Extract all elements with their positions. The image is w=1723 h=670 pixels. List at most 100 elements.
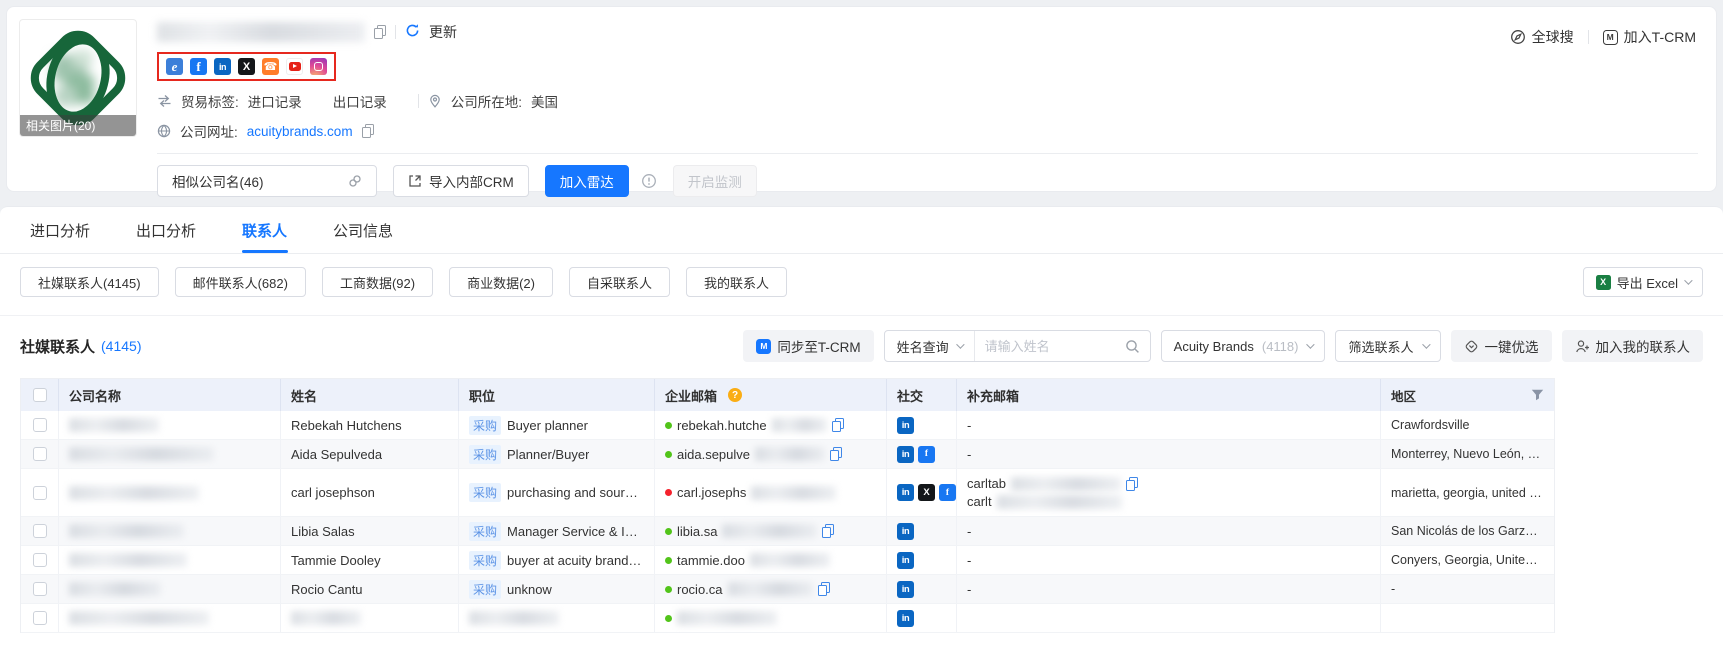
email-cell: rocio.ca — [655, 575, 887, 603]
copy-icon[interactable] — [830, 447, 842, 461]
position-text: Manager Service & Invent... — [507, 524, 644, 539]
region-cell: marietta, georgia, united states — [1381, 469, 1554, 516]
tab-contacts[interactable]: 联系人 — [242, 207, 287, 253]
instagram-icon[interactable] — [310, 58, 327, 75]
company-name-redacted — [69, 611, 209, 625]
company-header-card: 相关图片(20) 更新 e f in X ☎ 贸易标签: 进口记录 — [6, 6, 1717, 192]
one-click-select-label: 一键优选 — [1485, 336, 1539, 356]
name-query-dropdown[interactable]: 姓名查询 — [885, 331, 975, 361]
contact-name: Tammie Dooley — [291, 553, 381, 568]
refresh-icon[interactable] — [405, 23, 420, 41]
linkedin-icon[interactable]: in — [897, 552, 914, 569]
start-monitor-button[interactable]: 开启监测 — [673, 165, 757, 197]
filter-contacts-dropdown[interactable]: 筛选联系人 — [1335, 330, 1440, 362]
sync-tcrm-button[interactable]: 同步至T-CRM — [743, 330, 873, 362]
social-links-highlight-box: e f in X ☎ — [157, 52, 336, 81]
contacts-table-header: 公司名称 姓名 职位 企业邮箱 社交 补充邮箱 地区 — [21, 379, 1554, 411]
chip-my-contacts[interactable]: 我的联系人 — [686, 267, 787, 297]
global-search-label: 全球搜 — [1532, 27, 1574, 47]
tab-export-analysis[interactable]: 出口分析 — [136, 207, 196, 253]
position-cell — [459, 604, 655, 632]
row-checkbox[interactable] — [33, 486, 47, 500]
extra-email-cell: - — [957, 411, 1381, 439]
social-cell: inXf — [887, 469, 957, 516]
linkedin-icon[interactable]: in — [897, 581, 914, 598]
import-internal-crm-button[interactable]: 导入内部CRM — [393, 165, 529, 197]
export-excel-button[interactable]: 导出 Excel — [1583, 267, 1703, 297]
copy-website-icon[interactable] — [362, 124, 374, 138]
position-text: buyer at acuity brands lig... — [507, 553, 644, 568]
linkedin-icon[interactable]: in — [214, 58, 231, 75]
extra-email-text: - — [967, 582, 971, 597]
website-link[interactable]: acuitybrands.com — [247, 124, 353, 139]
related-images-label[interactable]: 相关图片(20) — [20, 115, 136, 136]
company-cell — [59, 440, 281, 468]
copy-icon[interactable] — [818, 582, 830, 596]
linkedin-icon[interactable]: in — [897, 446, 914, 463]
linkedin-icon[interactable]: in — [897, 484, 914, 501]
copy-icon[interactable] — [822, 524, 834, 538]
copy-icon[interactable] — [832, 418, 844, 432]
copy-icon[interactable] — [1126, 477, 1138, 491]
linkedin-icon[interactable]: in — [897, 610, 914, 627]
row-checkbox[interactable] — [33, 553, 47, 567]
info-icon[interactable] — [641, 173, 657, 189]
linkedin-icon[interactable]: in — [897, 523, 914, 540]
youtube-icon[interactable] — [286, 58, 303, 75]
update-button[interactable]: 更新 — [429, 22, 457, 42]
row-checkbox[interactable] — [33, 582, 47, 596]
row-checkbox[interactable] — [33, 524, 47, 538]
filter-contacts-label: 筛选联系人 — [1348, 337, 1413, 356]
trade-tag-export[interactable]: 出口记录 — [333, 91, 387, 111]
tab-import-analysis[interactable]: 进口分析 — [30, 207, 90, 253]
x-icon[interactable]: X — [918, 484, 935, 501]
tab-company-info[interactable]: 公司信息 — [333, 207, 393, 253]
name-search-group: 姓名查询 — [884, 330, 1151, 362]
copy-company-name-icon[interactable] — [374, 25, 386, 39]
join-radar-button[interactable]: 加入雷达 — [545, 165, 629, 197]
chip-business-registry[interactable]: 工商数据(92) — [322, 267, 433, 297]
phone-icon[interactable]: ☎ — [262, 58, 279, 75]
row-checkbox[interactable] — [33, 447, 47, 461]
help-icon[interactable] — [728, 388, 742, 402]
join-tcrm-button[interactable]: 加入T-CRM — [1603, 27, 1696, 47]
chip-email-contacts[interactable]: 邮件联系人(682) — [175, 267, 306, 297]
x-twitter-icon[interactable]: X — [238, 58, 255, 75]
trade-tag-import[interactable]: 进口记录 — [248, 91, 302, 111]
facebook-icon[interactable]: f — [939, 484, 956, 501]
email-redacted — [1011, 477, 1121, 491]
website-icon[interactable]: e — [166, 58, 183, 75]
excel-icon — [1596, 275, 1611, 290]
contact-name: Aida Sepulveda — [291, 447, 382, 462]
name-cell — [281, 604, 459, 632]
company-logo[interactable]: 相关图片(20) — [19, 19, 137, 137]
facebook-icon[interactable]: f — [918, 446, 935, 463]
extra-email-cell: - — [957, 440, 1381, 468]
select-all-cell — [21, 379, 59, 411]
table-row: in — [21, 604, 1554, 633]
company-cell — [59, 411, 281, 439]
row-checkbox[interactable] — [33, 611, 47, 625]
extra-email-cell: - — [957, 517, 1381, 545]
name-search-input[interactable] — [975, 331, 1125, 361]
facebook-icon[interactable]: f — [190, 58, 207, 75]
linkedin-icon[interactable]: in — [897, 417, 914, 434]
search-icon[interactable] — [1125, 339, 1140, 354]
company-filter-select[interactable]: Acuity Brands (4118) — [1161, 330, 1326, 362]
position-tag: 采购 — [469, 483, 501, 502]
add-my-contacts-button[interactable]: 加入我的联系人 — [1562, 330, 1704, 362]
extra-email-text: - — [967, 418, 971, 433]
email-redacted — [751, 486, 836, 500]
filter-funnel-icon[interactable] — [1531, 389, 1544, 401]
chip-commercial-data[interactable]: 商业数据(2) — [449, 267, 553, 297]
one-click-select-button[interactable]: 一键优选 — [1451, 330, 1552, 362]
select-all-checkbox[interactable] — [33, 388, 47, 402]
contact-name: carl josephson — [291, 485, 375, 500]
chip-social-contacts[interactable]: 社媒联系人(4145) — [20, 267, 159, 297]
column-header-company: 公司名称 — [59, 379, 281, 411]
similar-companies-button[interactable]: 相似公司名(46) — [157, 165, 377, 197]
contact-name-redacted — [291, 611, 361, 625]
row-checkbox[interactable] — [33, 418, 47, 432]
global-search-button[interactable]: 全球搜 — [1510, 27, 1574, 47]
chip-self-collected[interactable]: 自采联系人 — [569, 267, 670, 297]
